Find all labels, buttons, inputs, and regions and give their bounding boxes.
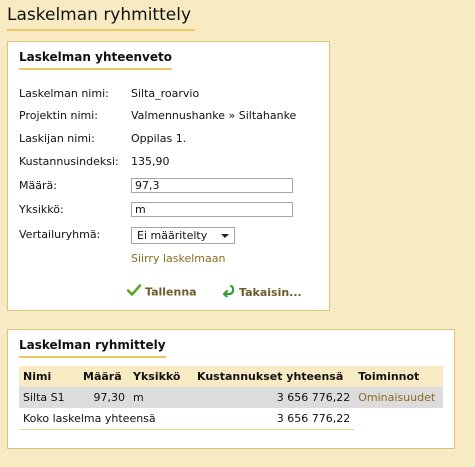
save-button[interactable]: Tallenna [126, 284, 197, 301]
total-label: Koko laskelma yhteensä [19, 408, 193, 430]
col-header-unit: Yksikkö [129, 366, 193, 387]
back-label: Takaisin... [239, 286, 302, 299]
name-value: Silta_roarvio [131, 87, 200, 100]
save-label: Tallenna [145, 285, 197, 299]
properties-link[interactable]: Ominaisuudet [358, 391, 435, 404]
grouping-table: Nimi Määrä Yksikkö Kustannukset yhteensä… [19, 366, 443, 430]
project-value: Valmennushanke » Siltahanke [131, 109, 297, 122]
checkmark-icon [126, 284, 142, 301]
name-label: Laskelman nimi: [19, 87, 109, 100]
calculator-value: Oppilas 1. [131, 132, 187, 145]
total-value: 3 656 776,22 [193, 408, 355, 430]
col-header-name: Nimi [19, 366, 79, 387]
total-actions-cell [354, 408, 443, 430]
comparison-group-select[interactable]: Ei määritelty [131, 227, 235, 244]
total-row: Koko laskelma yhteensä 3 656 776,22 [19, 408, 443, 430]
table-header-row: Nimi Määrä Yksikkö Kustannukset yhteensä… [19, 366, 443, 387]
page-title: Laskelman ryhmittely [7, 3, 196, 31]
summary-panel-title: Laskelman yhteenveto [19, 50, 172, 70]
amount-input[interactable] [131, 178, 293, 193]
calculator-label: Laskijan nimi: [19, 132, 95, 145]
index-value: 135,90 [131, 155, 170, 168]
row-amount: 97,30 [79, 387, 129, 408]
col-header-actions: Toiminnot [354, 366, 443, 387]
grouping-panel-title: Laskelman ryhmittely [19, 338, 166, 358]
col-header-amount: Määrä [79, 366, 129, 387]
index-label: Kustannusindeksi: [19, 155, 119, 168]
row-total: 3 656 776,22 [193, 387, 355, 408]
chevron-down-icon [221, 234, 229, 238]
summary-panel: Laskelman yhteenveto Laskelman nimi: Sil… [7, 41, 330, 311]
back-arrow-icon [221, 284, 235, 302]
col-header-total: Kustannukset yhteensä [193, 366, 355, 387]
goto-calculation-link[interactable]: Siirry laskelmaan [131, 249, 225, 269]
back-button[interactable]: Takaisin... [221, 284, 302, 300]
row-name: Silta S1 [19, 387, 79, 408]
unit-label: Yksikkö: [19, 203, 64, 216]
project-label: Projektin nimi: [19, 109, 98, 122]
table-row[interactable]: Silta S1 97,30 m 3 656 776,22 Ominaisuud… [19, 387, 443, 408]
amount-label: Määrä: [19, 179, 57, 192]
unit-input[interactable] [131, 202, 293, 217]
group-label: Vertailuryhmä: [19, 228, 101, 241]
row-unit: m [129, 387, 193, 408]
comparison-group-value: Ei määritelty [137, 229, 208, 242]
grouping-panel: Laskelman ryhmittely Nimi Määrä Yksikkö … [7, 329, 455, 449]
